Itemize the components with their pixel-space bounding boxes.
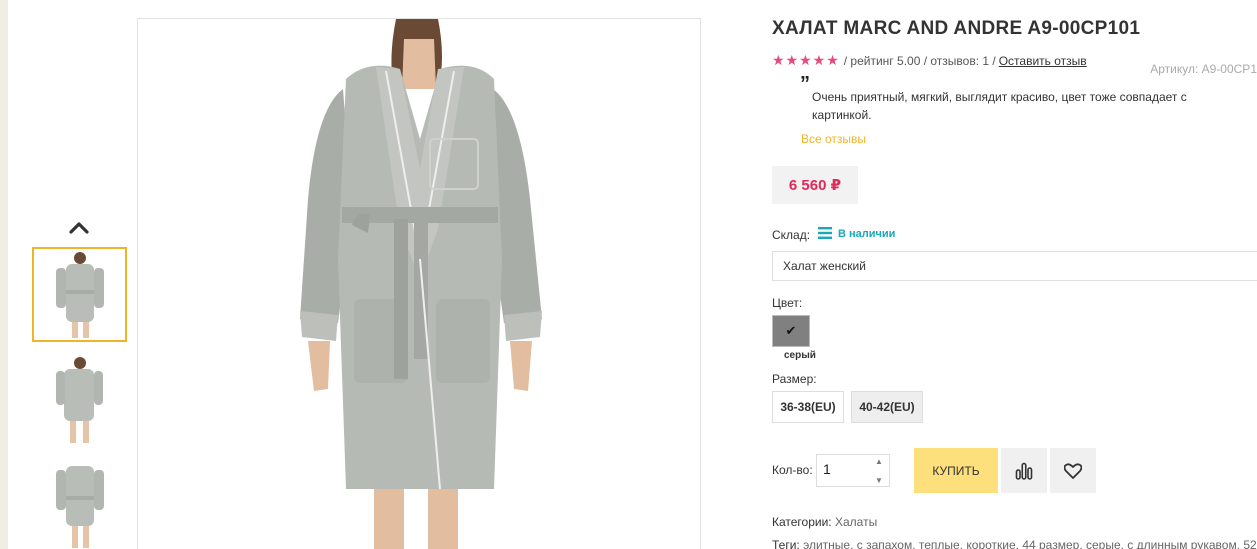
color-swatch-grey[interactable]: ✔ [772, 315, 810, 347]
thumbnail-gallery [30, 0, 130, 549]
bathrobe-model-image [300, 19, 542, 549]
buy-button[interactable]: КУПИТЬ [914, 448, 998, 493]
chevron-up-icon[interactable]: ▲ [875, 457, 883, 466]
category-link[interactable]: Халаты [835, 515, 877, 529]
price-box: 6 560 ₽ [772, 166, 858, 204]
quote-icon: ” [800, 73, 810, 95]
product-title: ХАЛАТ MARC AND ANDRE A9-00CP101 [772, 18, 1141, 39]
leave-review-link[interactable]: Оставить отзыв [999, 54, 1087, 68]
thumbnail-2[interactable] [32, 352, 127, 447]
chevron-up-icon[interactable] [68, 218, 90, 236]
size-label: Размер: [772, 372, 817, 386]
color-label: Цвет: [772, 296, 803, 310]
all-reviews-link[interactable]: Все отзывы [801, 132, 866, 146]
thumbnail-3[interactable] [32, 457, 127, 549]
tags-row: Теги: элитные, с запахом, теплые, коротк… [772, 538, 1257, 549]
size-option-40-42[interactable]: 40-42(EU) [851, 391, 923, 423]
compare-bars-icon [1015, 462, 1033, 480]
chevron-down-icon[interactable]: ▼ [875, 476, 883, 485]
check-icon: ✔ [785, 323, 797, 338]
color-name: серый [784, 350, 816, 361]
variant-select[interactable]: Халат женский [772, 251, 1257, 281]
bathrobe-thumbnail-image [55, 356, 103, 443]
bathrobe-thumbnail-image [55, 465, 104, 548]
rating-row: ★★★★★ / рейтинг 5.00 / отзывов: 1 / Оста… [772, 52, 1087, 69]
categories-label: Категории: [772, 515, 832, 529]
stock-list-icon [818, 227, 832, 239]
wishlist-button[interactable] [1050, 448, 1096, 493]
review-quote: Очень приятный, мягкий, выглядит красиво… [812, 90, 1187, 122]
size-option-36-38[interactable]: 36-38(EU) [772, 391, 844, 423]
stock-status: В наличии [838, 228, 896, 240]
compare-button[interactable] [1001, 448, 1047, 493]
product-info: ХАЛАТ MARC AND ANDRE A9-00CP101 ★★★★★ / … [772, 0, 1257, 549]
rating-text: / рейтинг 5.00 / отзывов: 1 / [843, 53, 996, 68]
thumbnail-1[interactable] [32, 247, 127, 342]
rating-stars-icon: ★★★★★ [772, 52, 840, 68]
bathrobe-thumbnail-image [55, 251, 104, 338]
main-product-image[interactable] [137, 18, 701, 549]
tags-links[interactable]: элитные, с запахом, теплые, короткие, 44… [803, 538, 1257, 549]
quantity-label: Кол-во: [772, 463, 813, 477]
heart-icon [1064, 462, 1082, 479]
quantity-stepper[interactable]: ▲ ▼ [872, 457, 886, 485]
tags-label: Теги: [772, 538, 800, 549]
categories-row: Категории: Халаты [772, 515, 877, 529]
left-edge-strip [0, 0, 8, 549]
product-price: 6 560 ₽ [788, 177, 842, 194]
article-number: Артикул: A9-00CP1 [1150, 62, 1257, 76]
stock-label: Склад: [772, 228, 811, 242]
